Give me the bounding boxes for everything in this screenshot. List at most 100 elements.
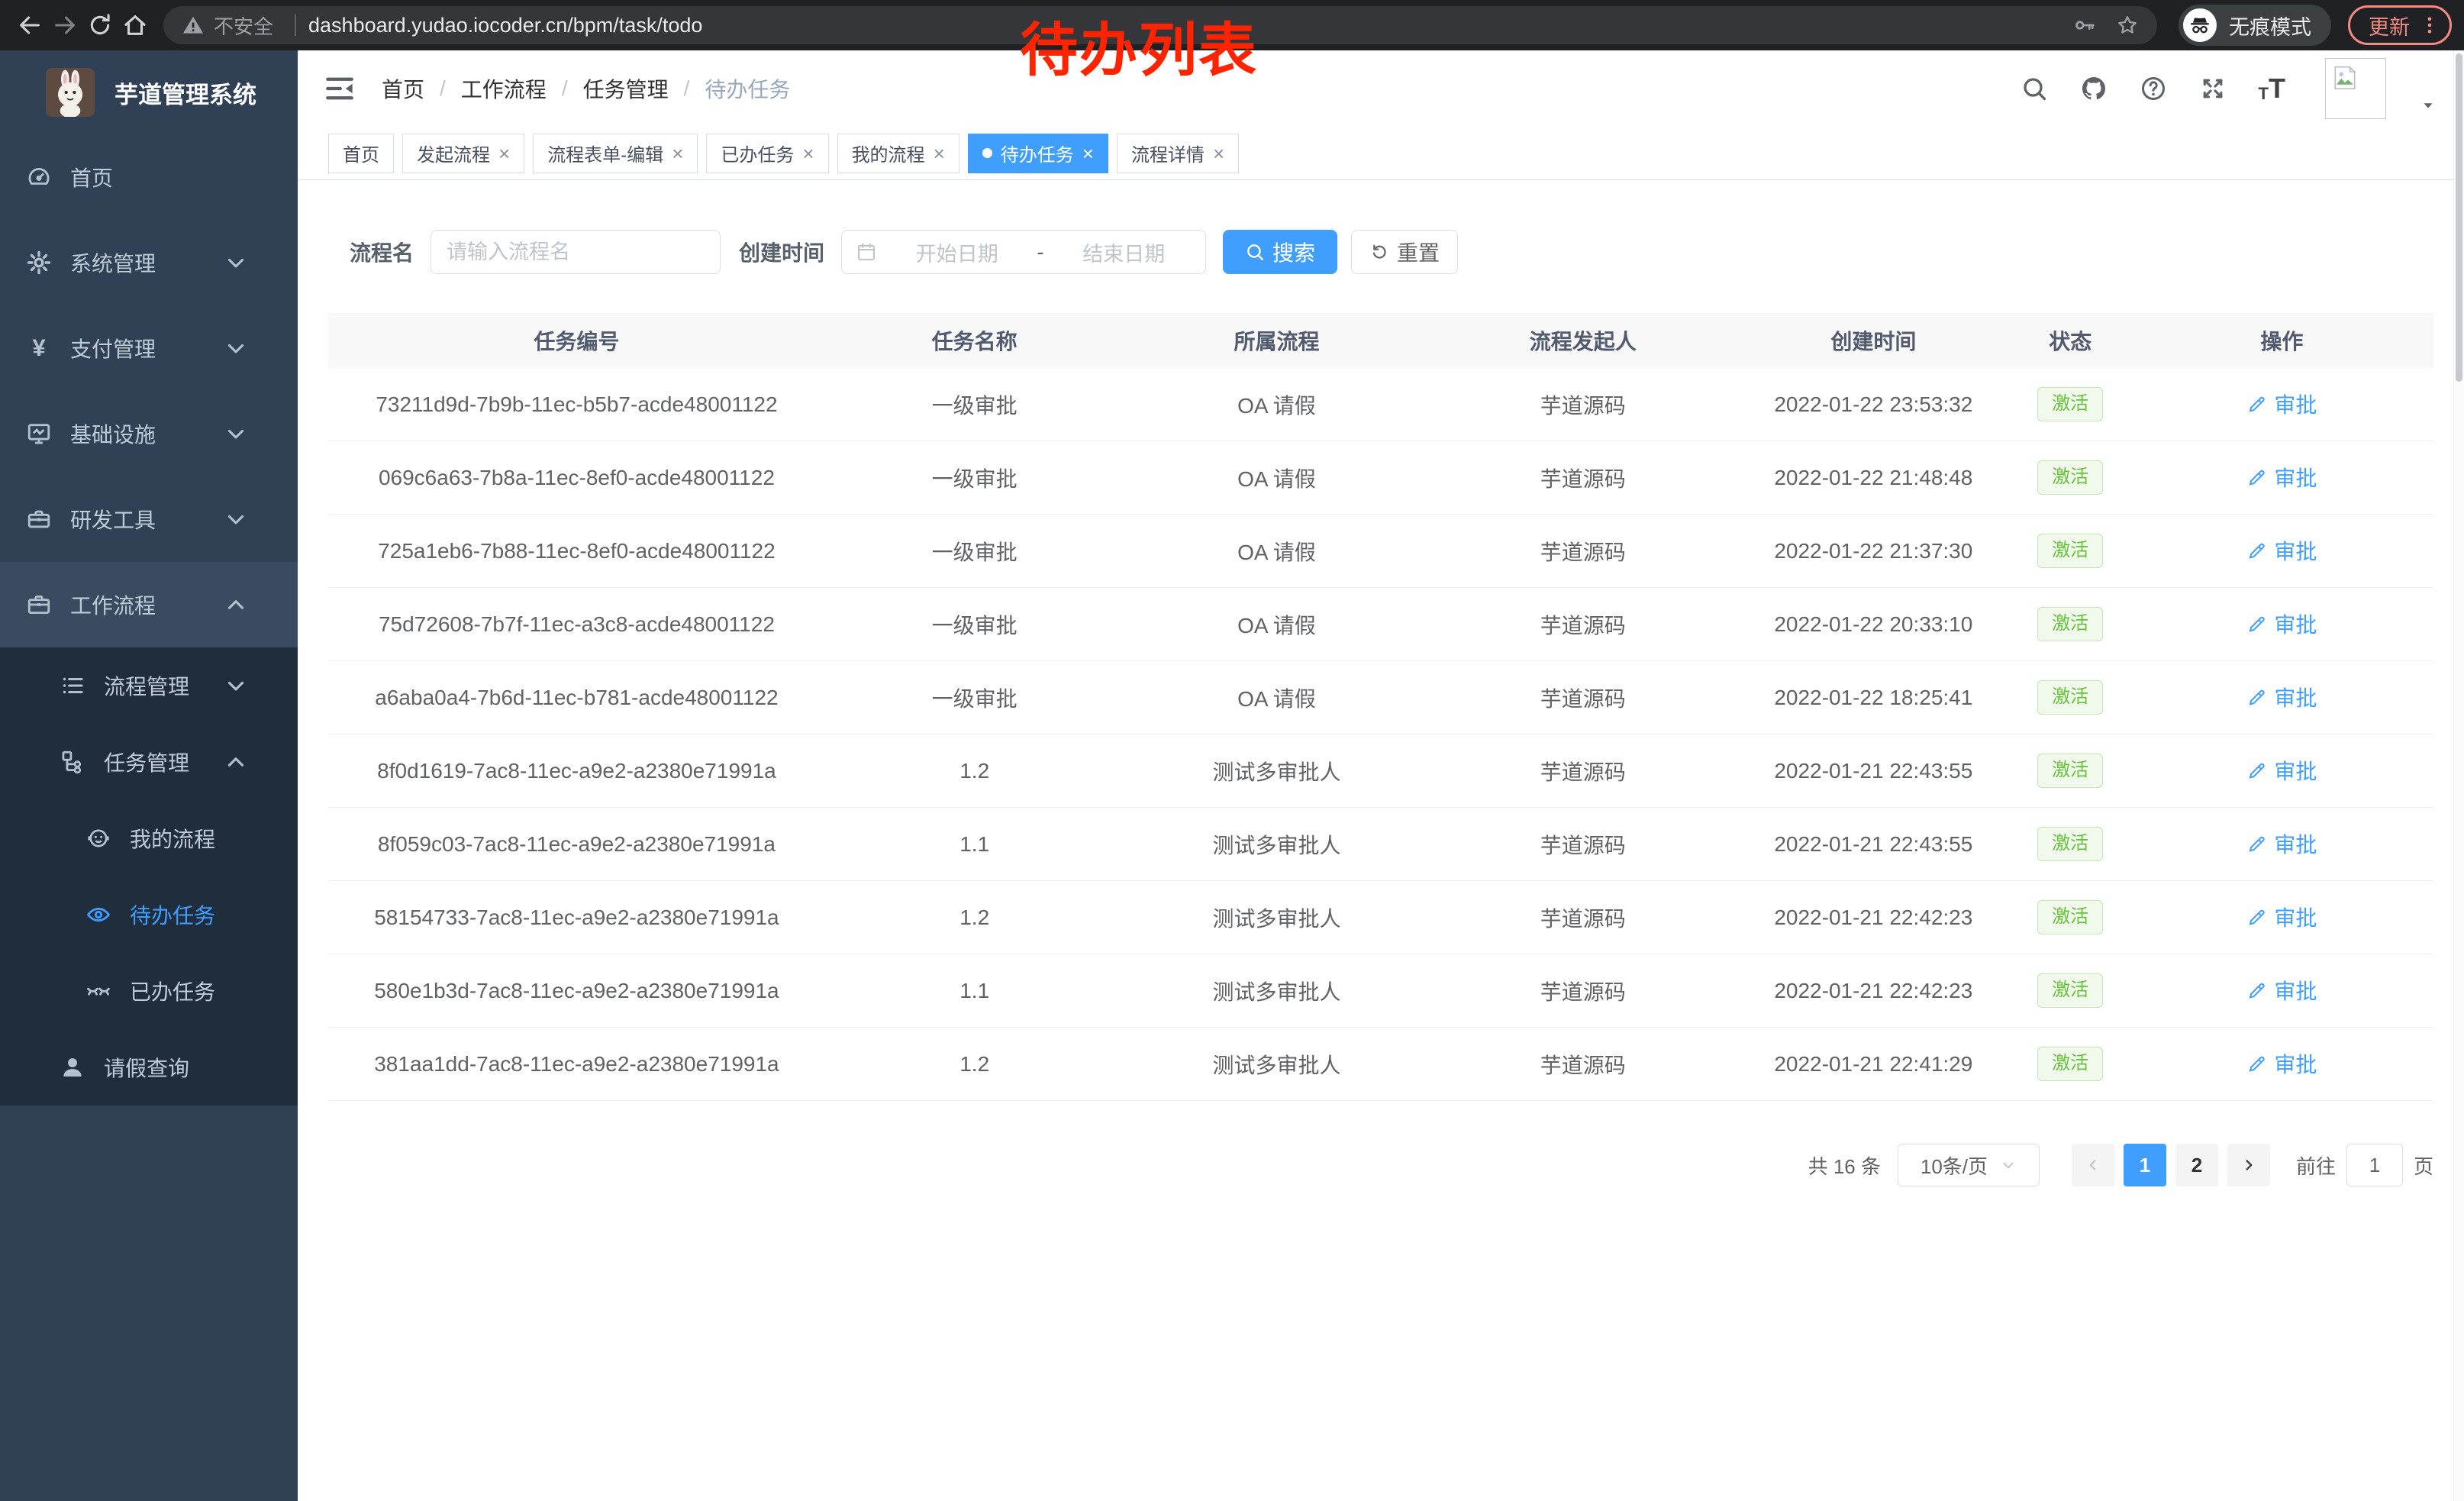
approve-button[interactable]: 审批 [2246,902,2317,932]
approve-button[interactable]: 审批 [2246,1048,2317,1079]
github-icon[interactable] [2080,75,2108,102]
url-text: dashboard.yudao.iocoder.cn/bpm/task/todo [308,14,702,37]
sidebar-item-my-process[interactable]: 我的流程 [0,800,298,876]
reset-button[interactable]: 重置 [1351,230,1458,274]
app-logo[interactable]: 芋道管理系统 [0,50,298,134]
sidebar-item-task-mgmt[interactable]: 任务管理 [0,724,298,800]
cell-process: 测试多审批人 [1124,902,1430,933]
sidebar-item-todo-task[interactable]: 待办任务 [0,876,298,953]
sidebar-item-infra[interactable]: 基础设施 [0,391,298,476]
browser-reload-icon[interactable] [82,8,118,43]
prev-page-button[interactable] [2072,1144,2114,1186]
browser-home-icon[interactable] [118,8,153,43]
page-button-1[interactable]: 1 [2124,1144,2166,1186]
sidebar-item-process-mgmt[interactable]: 流程管理 [0,647,298,724]
search-button[interactable]: 搜索 [1223,230,1337,274]
avatar-caret-icon[interactable] [2420,97,2437,114]
approve-button[interactable]: 审批 [2246,828,2317,859]
page-button-2[interactable]: 2 [2175,1144,2218,1186]
scrollbar-thumb[interactable] [2456,53,2462,382]
tab-首页[interactable]: 首页 [328,134,394,173]
cell-task-name: 一级审批 [825,463,1124,493]
browser-back-icon[interactable] [12,8,47,43]
approve-button[interactable]: 审批 [2246,389,2317,419]
close-icon[interactable]: × [1213,144,1224,163]
search-icon[interactable] [2021,75,2048,102]
cell-task-id: 580e1b3d-7ac8-11ec-a9e2-a2380e71991a [328,979,825,1003]
bookmark-star-icon[interactable] [2116,14,2139,37]
menu-label: 任务管理 [104,747,189,777]
menu-label: 基础设施 [70,418,156,449]
pagination: 共 16 条 10条/页 12 前往 页 [328,1144,2433,1186]
table-row: 8f059c03-7ac8-11ec-a9e2-a2380e71991a1.1测… [328,808,2433,881]
tab-label: 流程详情 [1131,140,1205,166]
approve-button[interactable]: 审批 [2246,535,2317,566]
sidebar-item-done-task[interactable]: 已办任务 [0,953,298,1029]
cell-action: 审批 [2130,828,2433,860]
cell-starter: 芋道源码 [1429,1049,1737,1080]
tab-流程表单-编辑[interactable]: 流程表单-编辑× [533,134,698,173]
approve-button[interactable]: 审批 [2246,975,2317,1006]
close-icon[interactable]: × [802,144,814,163]
browser-forward-icon[interactable] [47,8,82,43]
status-badge: 激活 [2037,680,2103,715]
page-size-select[interactable]: 10条/页 [1898,1144,2040,1186]
breadcrumb-home[interactable]: 首页 [382,73,424,104]
url-bar[interactable]: 不安全 dashboard.yudao.iocoder.cn/bpm/task/… [163,6,2157,44]
sidebar-item-workflow[interactable]: 工作流程 [0,562,298,647]
column-header: 任务编号 [328,325,825,356]
approve-button[interactable]: 审批 [2246,608,2317,639]
status-badge: 激活 [2037,607,2103,641]
close-icon[interactable]: × [672,144,683,163]
update-button[interactable]: 更新 [2348,5,2452,45]
breadcrumb-separator: / [440,76,446,101]
next-page-button[interactable] [2227,1144,2270,1186]
tab-发起流程[interactable]: 发起流程× [402,134,524,173]
password-key-icon[interactable] [2073,14,2096,37]
breadcrumb-task-mgmt[interactable]: 任务管理 [583,73,669,104]
sidebar-item-home[interactable]: 首页 [0,134,298,220]
breadcrumb-workflow[interactable]: 工作流程 [461,73,547,104]
cell-create-time: 2022-01-21 22:43:55 [1737,759,2011,783]
tab-待办任务[interactable]: 待办任务× [968,134,1108,173]
approve-button[interactable]: 审批 [2246,462,2317,492]
column-header: 创建时间 [1737,325,2011,356]
chevron-up-icon [223,749,249,775]
sidebar-item-devtool[interactable]: 研发工具 [0,476,298,562]
sidebar-item-system[interactable]: 系统管理 [0,220,298,305]
robot-icon [85,825,111,851]
font-size-icon[interactable]: TT [2259,75,2285,102]
status-badge: 激活 [2037,973,2103,1008]
cell-task-id: 8f0d1619-7ac8-11ec-a9e2-a2380e71991a [328,759,825,783]
approve-button[interactable]: 审批 [2246,755,2317,786]
date-range-picker[interactable]: 开始日期 - 结束日期 [841,230,1206,274]
yen-icon: ¥ [26,335,52,361]
close-icon[interactable]: × [934,144,945,163]
cell-status: 激活 [2011,754,2130,788]
start-date-placeholder[interactable]: 开始日期 [889,237,1025,267]
cell-create-time: 2022-01-21 22:43:55 [1737,832,2011,857]
approve-button[interactable]: 审批 [2246,682,2317,712]
incognito-label: 无痕模式 [2229,11,2311,40]
cell-starter: 芋道源码 [1429,829,1737,860]
tab-流程详情[interactable]: 流程详情 × [1117,134,1239,173]
close-icon[interactable]: × [1082,144,1094,163]
close-icon[interactable]: × [498,144,510,163]
fullscreen-icon[interactable] [2199,75,2227,102]
sidebar-item-payment[interactable]: ¥支付管理 [0,305,298,391]
help-icon[interactable] [2140,75,2167,102]
cell-action: 审批 [2130,975,2433,1006]
page-content: 流程名 创建时间 开始日期 - 结束日期 搜索 重 [298,180,2464,1501]
chevron-down-icon [223,250,249,276]
tab-我的流程[interactable]: 我的流程× [837,134,959,173]
browser-menu-icon[interactable] [2419,15,2440,36]
sidebar-collapse-icon[interactable] [324,73,356,105]
column-header: 流程发起人 [1429,325,1737,356]
process-name-input[interactable] [431,230,721,274]
tab-已办任务[interactable]: 已办任务× [706,134,828,173]
approve-label: 审批 [2274,389,2317,419]
goto-page-input[interactable] [2346,1144,2403,1186]
end-date-placeholder[interactable]: 结束日期 [1056,237,1192,267]
avatar[interactable] [2325,58,2386,119]
sidebar-item-leave-query[interactable]: 请假查询 [0,1029,298,1106]
